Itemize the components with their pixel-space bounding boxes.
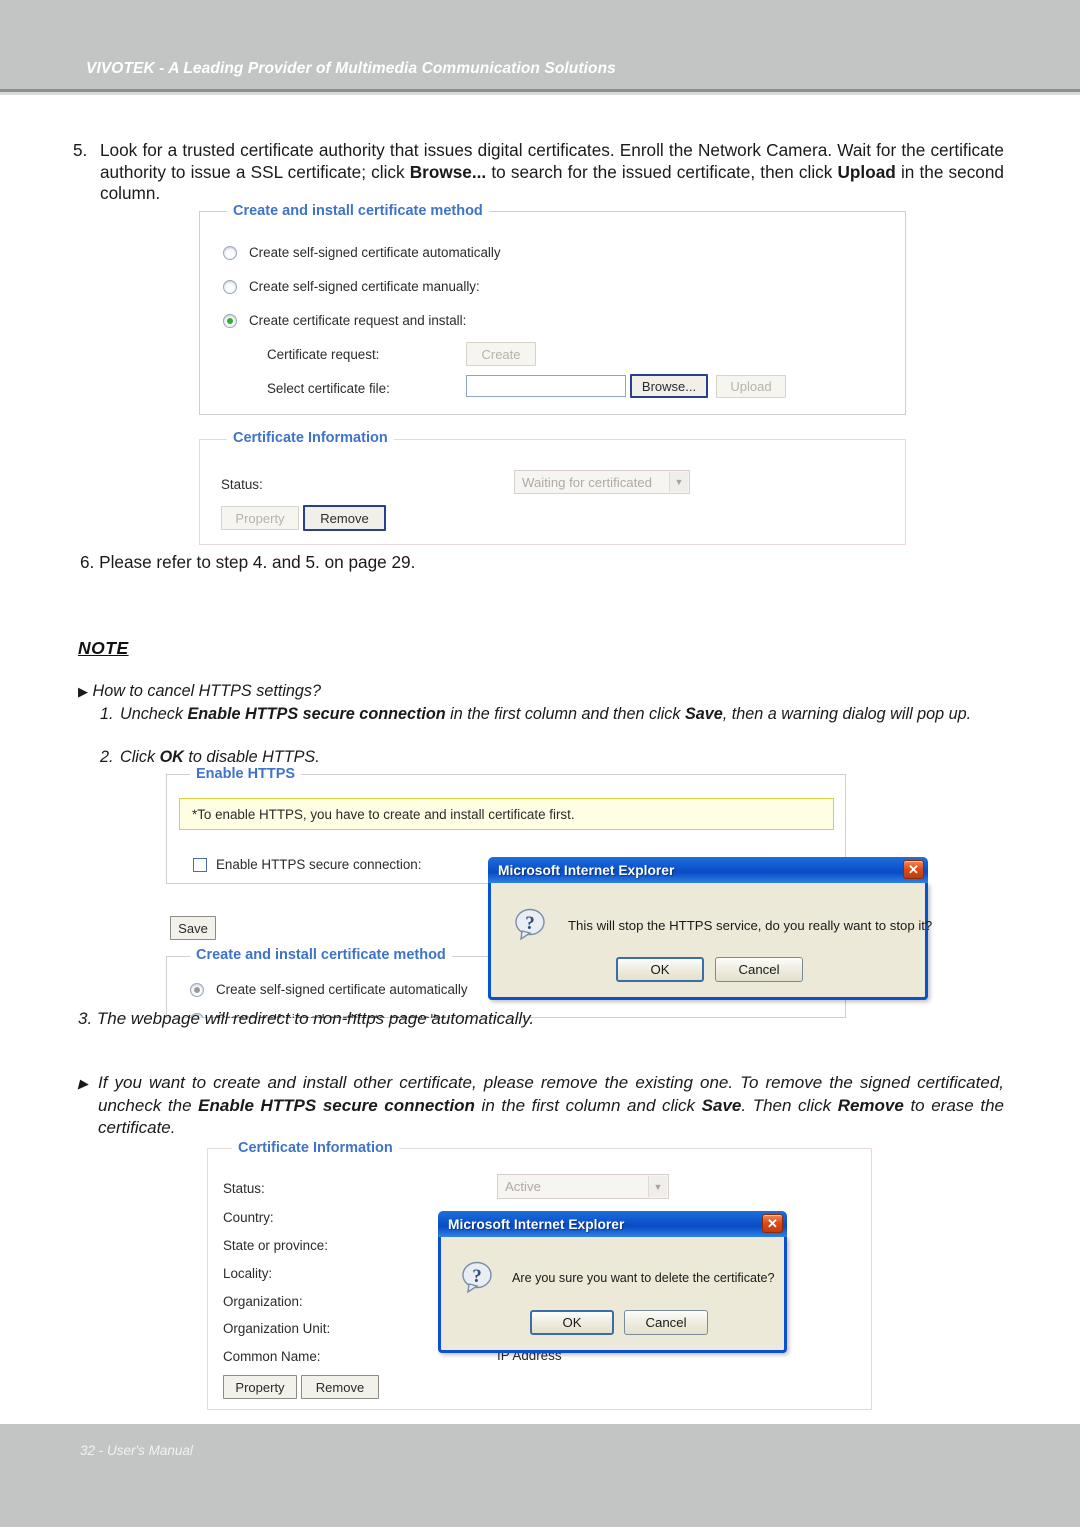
note-item-1-number: 1. bbox=[100, 705, 114, 723]
close-icon-2[interactable]: ✕ bbox=[762, 1214, 783, 1233]
step-5-text-b: to search for the issued certificate, th… bbox=[486, 161, 838, 182]
dialog-title: Microsoft Internet Explorer bbox=[498, 862, 675, 878]
https-notice: *To enable HTTPS, you have to create and… bbox=[179, 798, 834, 830]
create-button[interactable]: Create bbox=[466, 342, 536, 366]
cert-info-legend-2: Certificate Information bbox=[232, 1140, 399, 1156]
step-5-upload-bold: Upload bbox=[837, 161, 896, 182]
note-item-1-c: , then a warning dialog will pop up. bbox=[722, 705, 972, 723]
certificate-request-label: Certificate request: bbox=[267, 347, 380, 362]
upload-button[interactable]: Upload bbox=[716, 375, 786, 398]
select-certificate-file-label: Select certificate file: bbox=[267, 381, 390, 396]
note-bullet-2-bold-3: Remove bbox=[837, 1095, 904, 1115]
triangle-bullet-icon-2: ▶ bbox=[78, 1076, 88, 1091]
status-select[interactable]: Waiting for certificated ▼ bbox=[514, 470, 690, 494]
cert-info-legend: Certificate Information bbox=[227, 430, 394, 446]
dialog-2-title: Microsoft Internet Explorer bbox=[448, 1216, 625, 1232]
note-item-2-number: 2. bbox=[100, 748, 114, 766]
dialog-message: This will stop the HTTPS service, do you… bbox=[568, 918, 933, 933]
note-bullet-2-bold-1: Enable HTTPS secure connection bbox=[198, 1095, 475, 1115]
dialog-delete-certificate: Microsoft Internet Explorer ✕ ? Are you … bbox=[438, 1211, 787, 1353]
page-header-title: VIVOTEK - A Leading Provider of Multimed… bbox=[86, 60, 616, 77]
field-common-name-label: Common Name: bbox=[223, 1349, 321, 1364]
chevron-down-icon: ▼ bbox=[669, 472, 688, 492]
note-bullet-2-b: in the first column and click bbox=[474, 1095, 702, 1115]
screenshot-enable-https: Enable HTTPS *To enable HTTPS, you have … bbox=[166, 766, 935, 1018]
remove-button-2[interactable]: Remove bbox=[301, 1375, 379, 1399]
screenshot-certificate-information-waiting: Certificate Information Status: Waiting … bbox=[199, 430, 906, 545]
remove-button[interactable]: Remove bbox=[303, 505, 386, 531]
dialog-ok-button[interactable]: OK bbox=[616, 957, 704, 982]
radio-self-signed-manual[interactable] bbox=[223, 280, 237, 294]
browse-button[interactable]: Browse... bbox=[630, 374, 708, 398]
radio-cert-request-install[interactable] bbox=[223, 314, 237, 328]
note-bullet-1-title: How to cancel HTTPS settings? bbox=[92, 682, 322, 700]
field-country-label: Country: bbox=[223, 1210, 274, 1225]
dialog-title-bar[interactable]: Microsoft Internet Explorer ✕ bbox=[488, 857, 928, 883]
radio-self-signed-auto[interactable] bbox=[223, 246, 237, 260]
field-state-label: State or province: bbox=[223, 1238, 328, 1253]
create-method-legend: Create and install certificate method bbox=[227, 203, 489, 219]
radio-self-signed-auto-label: Create self-signed certificate automatic… bbox=[249, 245, 501, 260]
dialog-stop-https: Microsoft Internet Explorer ✕ ? This wil… bbox=[488, 857, 932, 1000]
note-item-1-b: in the first column and then click bbox=[445, 705, 685, 723]
radio-self-signed-auto-label-2: Create self-signed certificate automatic… bbox=[216, 982, 468, 997]
page-footer-bar bbox=[0, 1424, 1080, 1527]
note-item-2-bold: OK bbox=[159, 748, 184, 766]
enable-https-legend: Enable HTTPS bbox=[190, 766, 302, 782]
note-item-2-a: Click bbox=[120, 748, 160, 766]
dialog-body: ? This will stop the HTTPS service, do y… bbox=[491, 883, 932, 997]
enable-https-checkbox[interactable] bbox=[193, 858, 207, 872]
note-item-1: Uncheck Enable HTTPS secure connection i… bbox=[120, 704, 1026, 725]
enable-https-checkbox-label: Enable HTTPS secure connection: bbox=[216, 857, 422, 872]
note-bullet-2-c: . Then click bbox=[741, 1095, 838, 1115]
https-notice-text: *To enable HTTPS, you have to create and… bbox=[192, 806, 575, 822]
certificate-file-input[interactable] bbox=[466, 375, 626, 397]
create-method-legend-2: Create and install certificate method bbox=[190, 947, 452, 963]
status-select-2[interactable]: Active ▼ bbox=[497, 1174, 669, 1199]
radio-self-signed-manual-label: Create self-signed certificate manually: bbox=[249, 279, 480, 294]
header-divider-light bbox=[0, 92, 1080, 95]
property-button-2[interactable]: Property bbox=[223, 1375, 297, 1399]
step-5-paragraph: Look for a trusted certificate authority… bbox=[100, 140, 1004, 205]
status-select-2-value: Active bbox=[505, 1179, 541, 1194]
step-5-browse-bold: Browse... bbox=[409, 161, 487, 182]
dialog-2-cancel-button[interactable]: Cancel bbox=[624, 1310, 708, 1335]
close-icon[interactable]: ✕ bbox=[903, 860, 924, 879]
note-item-1-a: Uncheck bbox=[120, 705, 188, 723]
property-button[interactable]: Property bbox=[221, 506, 299, 530]
step-5-number: 5. bbox=[73, 140, 88, 160]
note-item-3: 3. The webpage will redirect to non-http… bbox=[78, 1009, 535, 1028]
note-item-1-bold-1: Enable HTTPS secure connection bbox=[187, 705, 446, 723]
chevron-down-icon-2: ▼ bbox=[648, 1176, 667, 1197]
question-icon: ? bbox=[511, 906, 551, 946]
note-item-1-bold-2: Save bbox=[684, 705, 723, 723]
status-label: Status: bbox=[221, 477, 263, 492]
note-item-2-b: to disable HTTPS. bbox=[183, 748, 320, 766]
radio-cert-request-install-label: Create certificate request and install: bbox=[249, 313, 467, 328]
note-bullet-1: ▶ How to cancel HTTPS settings? bbox=[78, 681, 1018, 702]
step-6-text: 6. Please refer to step 4. and 5. on pag… bbox=[80, 552, 416, 572]
note-bullet-2: If you want to create and install other … bbox=[98, 1072, 1004, 1140]
svg-text:?: ? bbox=[472, 1266, 482, 1287]
field-locality-label: Locality: bbox=[223, 1266, 273, 1281]
field-organization-label: Organization: bbox=[223, 1294, 303, 1309]
dialog-2-ok-button[interactable]: OK bbox=[530, 1310, 614, 1335]
dialog-cancel-button[interactable]: Cancel bbox=[715, 957, 803, 982]
dialog-2-message: Are you sure you want to delete the cert… bbox=[512, 1271, 775, 1285]
question-icon-2: ? bbox=[458, 1259, 498, 1299]
dialog-2-title-bar[interactable]: Microsoft Internet Explorer ✕ bbox=[438, 1211, 787, 1237]
note-bullet-2-bold-2: Save bbox=[701, 1095, 742, 1115]
field-organization-unit-label: Organization Unit: bbox=[223, 1321, 331, 1336]
page-footer-text: 32 - User's Manual bbox=[80, 1443, 193, 1458]
triangle-bullet-icon: ▶ bbox=[78, 684, 88, 699]
radio-self-signed-auto-2[interactable] bbox=[190, 983, 204, 997]
save-button[interactable]: Save bbox=[170, 916, 216, 940]
field-status-label: Status: bbox=[223, 1181, 265, 1196]
status-select-value: Waiting for certificated bbox=[522, 474, 652, 490]
screenshot-create-install-method: Create and install certificate method Cr… bbox=[199, 203, 906, 415]
svg-text:?: ? bbox=[525, 913, 535, 934]
note-heading: NOTE bbox=[78, 638, 129, 658]
dialog-2-body: ? Are you sure you want to delete the ce… bbox=[441, 1237, 784, 1350]
screenshot-certificate-information-active: Certificate Information Status: Country:… bbox=[207, 1140, 872, 1410]
